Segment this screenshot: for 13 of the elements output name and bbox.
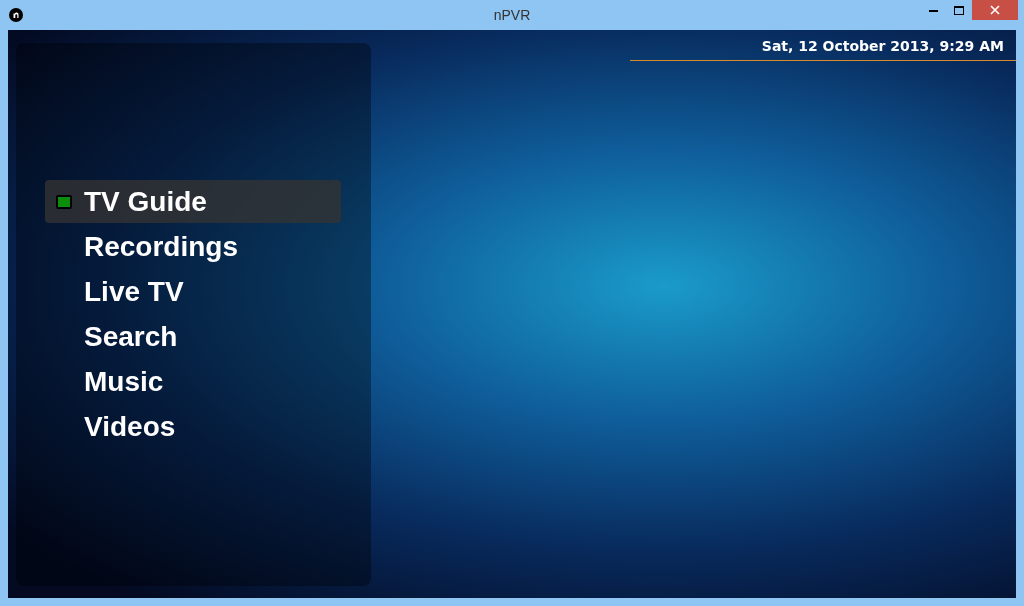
menu-item[interactable]: Search	[45, 315, 341, 358]
selection-indicator-icon	[56, 194, 72, 209]
menu-item[interactable]: Live TV	[45, 270, 341, 313]
menu-item[interactable]: Music	[45, 360, 341, 403]
date-time: Sat, 12 October 2013, 9:29 AM	[761, 37, 1005, 56]
close-icon	[990, 5, 1000, 15]
maximize-icon	[954, 5, 964, 15]
app-icon	[9, 8, 23, 22]
menu-item[interactable]: Recordings	[45, 225, 341, 268]
menu-item[interactable]: Videos	[45, 405, 341, 448]
minimize-icon	[928, 8, 938, 12]
menu-item[interactable]: TV Guide	[45, 180, 341, 223]
window-title: nPVR	[493, 5, 531, 25]
